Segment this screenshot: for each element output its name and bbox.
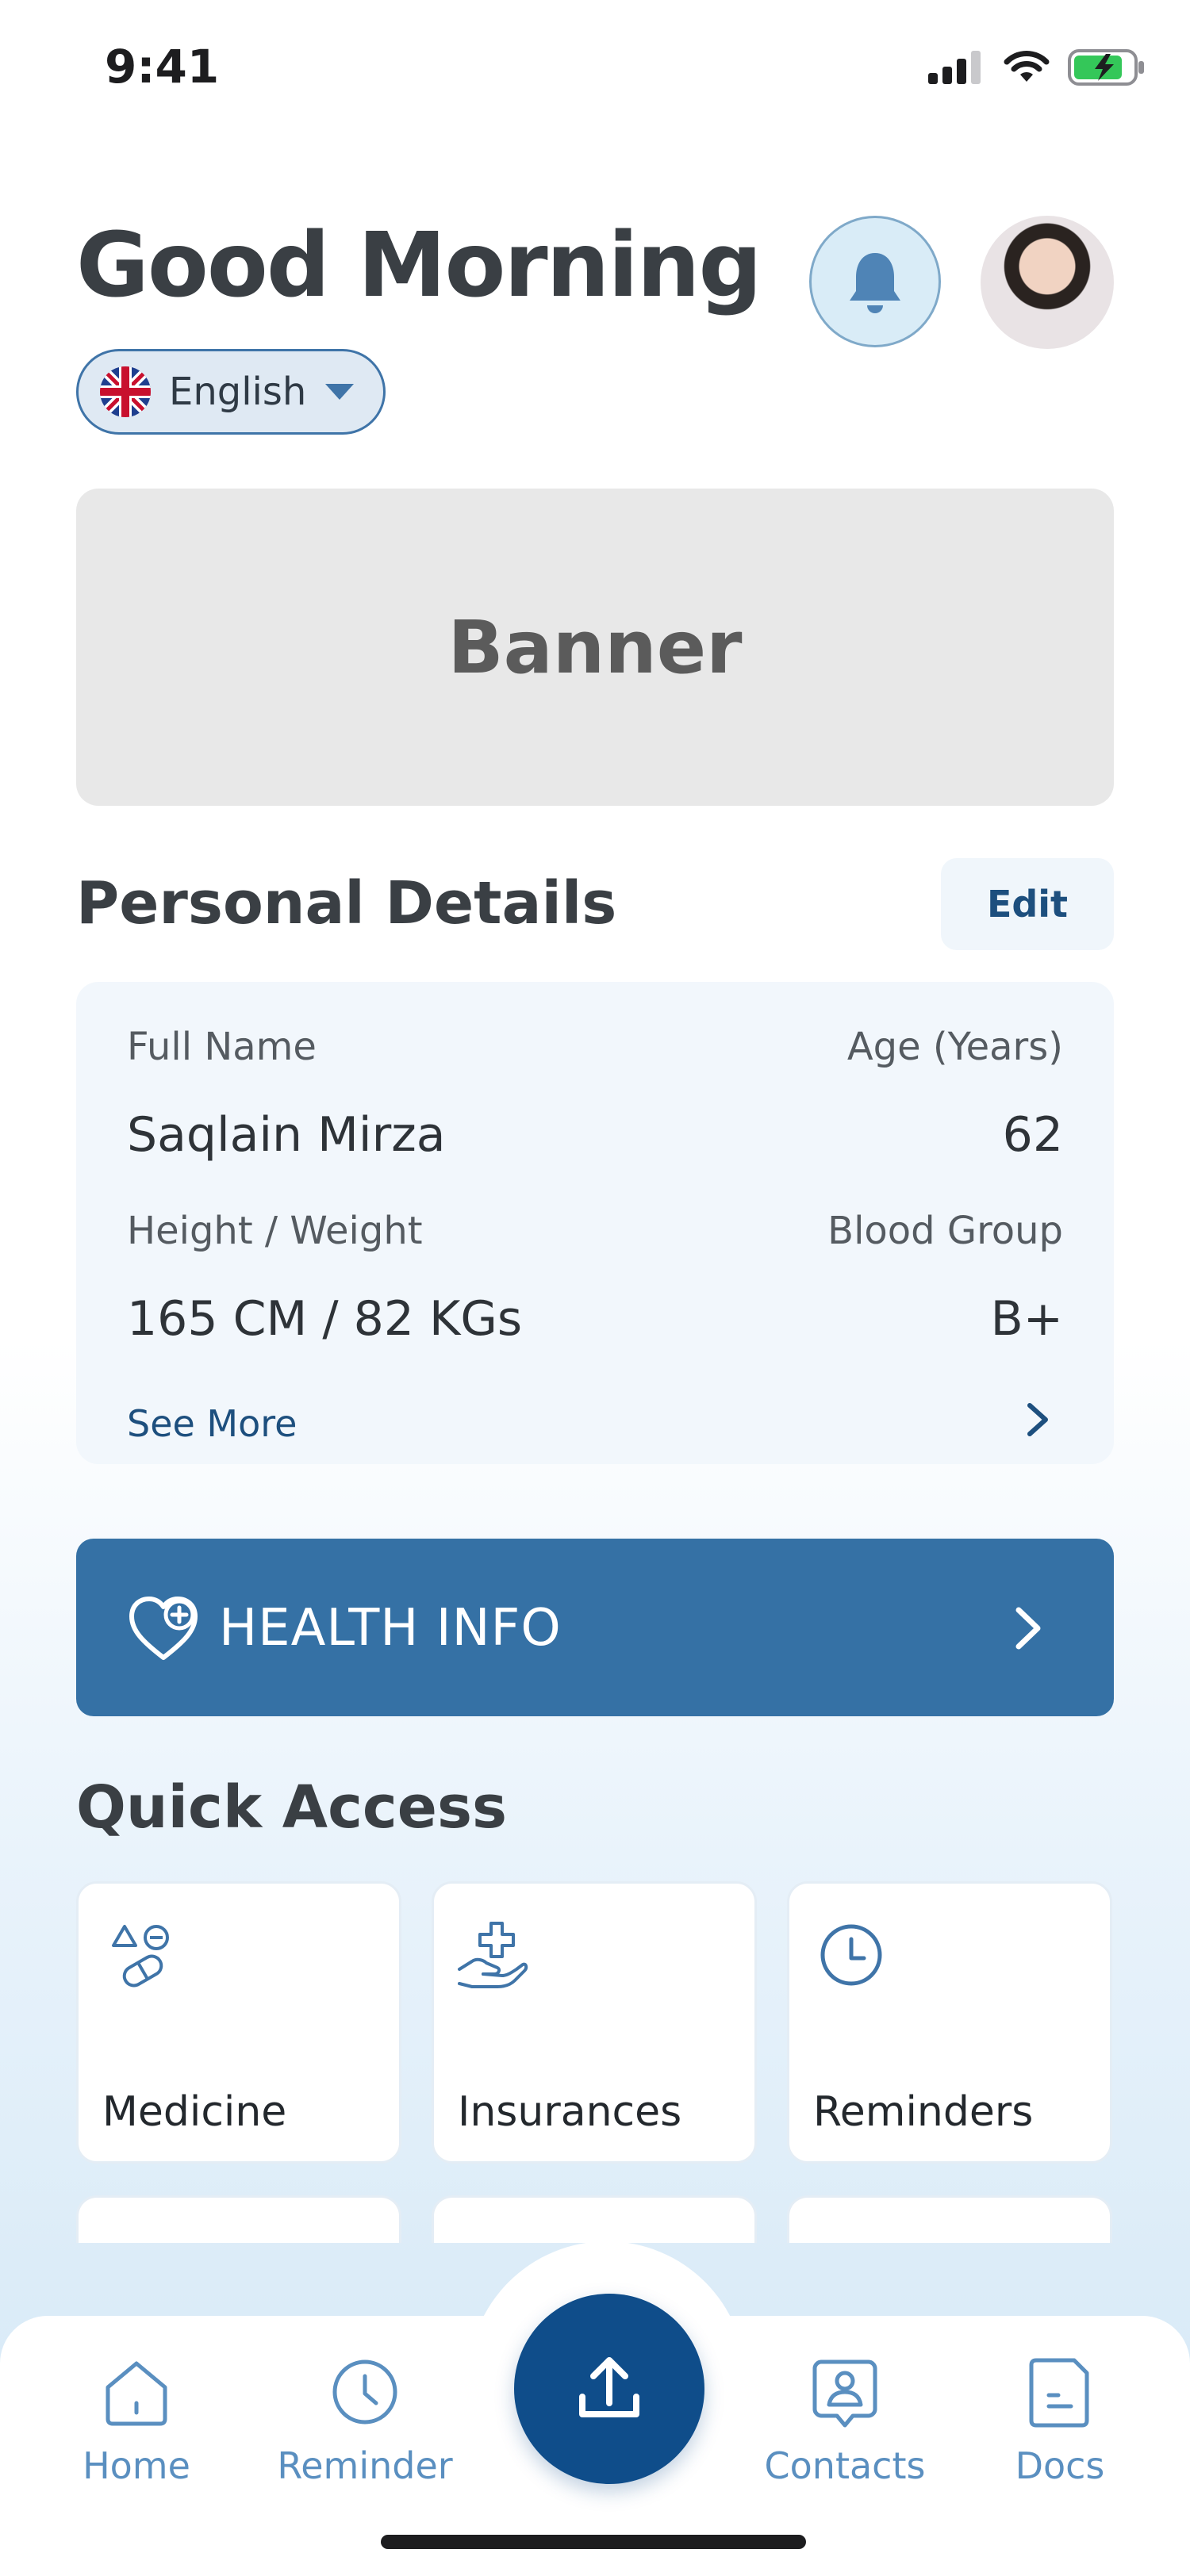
signal-icon [928, 51, 981, 84]
full-name-label: Full Name [127, 1025, 317, 1069]
full-name-value: Saqlain Mirza [127, 1107, 446, 1163]
language-selector[interactable]: English [76, 349, 386, 435]
edit-button[interactable]: Edit [941, 858, 1114, 950]
status-time: 9:41 [105, 40, 220, 94]
banner-label: Banner [447, 604, 743, 690]
home-icon [106, 2361, 167, 2426]
uk-flag-icon [100, 366, 151, 417]
tile-insurances[interactable]: Insurances [432, 1881, 757, 2164]
age-value: 62 [1002, 1107, 1063, 1163]
promo-banner[interactable]: Banner [76, 489, 1114, 806]
chevron-right-icon[interactable] [1023, 1402, 1052, 1437]
upload-button[interactable] [514, 2294, 704, 2484]
height-weight-label: Height / Weight [127, 1209, 423, 1253]
tile-medicine[interactable]: Medicine [76, 1881, 401, 2164]
home-indicator [381, 2535, 806, 2549]
insurance-icon [458, 1922, 528, 1988]
clock-icon [820, 1924, 882, 1986]
caret-down-icon [325, 384, 355, 400]
tile-partial[interactable] [787, 2195, 1112, 2243]
nav-item-contacts[interactable]: Contacts [754, 2354, 936, 2487]
nav-item-reminder[interactable]: Reminder [270, 2354, 460, 2487]
contact-icon [812, 2359, 877, 2428]
height-weight-value: 165 CM / 82 KGs [127, 1291, 523, 1347]
nav-label-docs: Docs [1015, 2444, 1105, 2487]
status-icons [928, 49, 1146, 86]
nav-item-home[interactable]: Home [57, 2354, 216, 2487]
see-more-link[interactable]: See More [127, 1402, 297, 1445]
heart-plus-icon [129, 1597, 198, 1660]
tile-partial[interactable] [432, 2195, 757, 2243]
blood-group-label: Blood Group [827, 1209, 1063, 1253]
personal-details-title: Personal Details [76, 869, 617, 937]
nav-label-reminder: Reminder [277, 2444, 453, 2487]
greeting-title: Good Morning [76, 214, 762, 317]
medicine-icon [112, 1925, 169, 1988]
tile-reminders-label: Reminders [813, 2088, 1034, 2136]
clock-icon [332, 2359, 397, 2425]
quick-access-title: Quick Access [76, 1773, 508, 1842]
tile-reminders[interactable]: Reminders [787, 1881, 1112, 2164]
notifications-button[interactable] [809, 216, 941, 347]
blood-group-value: B+ [990, 1291, 1063, 1347]
tile-partial[interactable] [76, 2195, 401, 2243]
chevron-right-icon [1015, 1607, 1041, 1650]
health-info-label: HEALTH INFO [219, 1599, 562, 1658]
upload-icon [579, 2357, 639, 2417]
nav-label-contacts: Contacts [764, 2444, 926, 2487]
battery-icon [1068, 49, 1144, 86]
language-label: English [169, 370, 307, 414]
tile-insurances-label: Insurances [458, 2088, 682, 2136]
profile-avatar[interactable] [981, 216, 1114, 349]
age-label: Age (Years) [846, 1025, 1063, 1069]
wifi-icon [1004, 51, 1050, 82]
nav-label-home: Home [83, 2444, 190, 2487]
document-icon [1029, 2358, 1089, 2428]
bell-icon [850, 253, 900, 313]
tile-medicine-label: Medicine [102, 2088, 287, 2136]
nav-item-docs[interactable]: Docs [981, 2354, 1139, 2487]
